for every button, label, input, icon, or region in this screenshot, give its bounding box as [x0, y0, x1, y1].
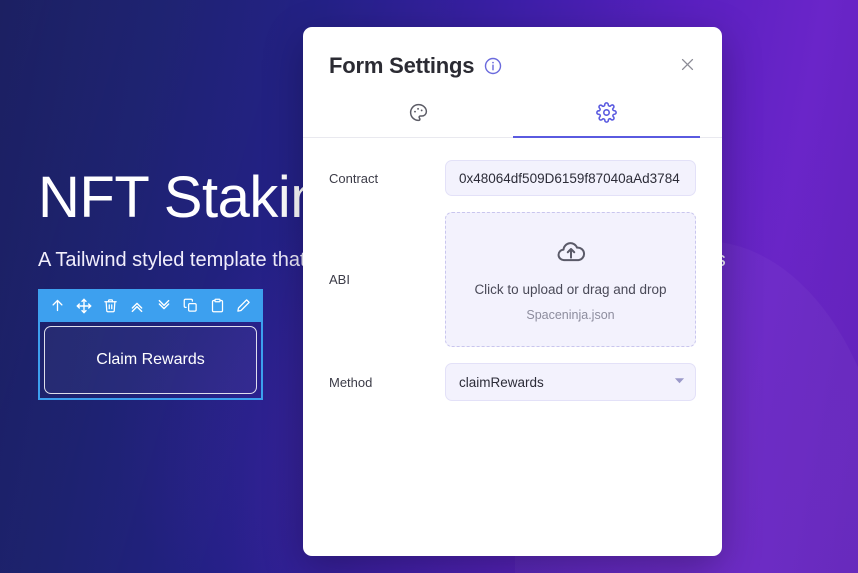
move-up-icon[interactable]	[48, 296, 67, 315]
gear-icon	[595, 102, 617, 128]
chevron-down-icon[interactable]	[154, 296, 173, 315]
dialog-tabs	[303, 94, 722, 138]
dialog-title: Form Settings	[329, 53, 475, 78]
copy-icon[interactable]	[181, 296, 200, 315]
tab-style[interactable]	[325, 94, 513, 138]
drag-move-icon[interactable]	[74, 296, 93, 315]
claim-rewards-button[interactable]: Claim Rewards	[44, 326, 257, 394]
contract-input[interactable]	[445, 160, 696, 196]
pencil-icon[interactable]	[234, 296, 253, 315]
dialog-body: Contract ABI Click to upload or drag and	[303, 138, 722, 401]
abi-label: ABI	[329, 272, 350, 287]
method-label: Method	[329, 374, 373, 390]
form-row-abi: ABI Click to upload or drag and drop Spa…	[329, 212, 696, 347]
chevron-up-icon[interactable]	[128, 296, 147, 315]
dialog-header: Form Settings	[303, 27, 722, 80]
dropzone-instructions: Click to upload or drag and drop	[474, 281, 667, 297]
uploaded-filename: Spaceninja.json	[526, 308, 615, 323]
selected-element-outline: Claim Rewards	[38, 322, 263, 400]
tab-settings[interactable]	[512, 94, 700, 138]
trash-icon[interactable]	[101, 296, 120, 315]
abi-upload-dropzone[interactable]: Click to upload or drag and drop Spaceni…	[445, 212, 696, 347]
close-icon[interactable]	[672, 49, 702, 79]
method-select[interactable]: claimRewards	[445, 363, 696, 401]
info-circle-icon[interactable]	[484, 57, 502, 80]
cloud-upload-icon	[556, 237, 586, 272]
form-settings-dialog: Form Settings Contract 0x48064df509D6159…	[303, 27, 722, 556]
palette-icon	[408, 102, 429, 128]
form-row-method: Method claimRewards	[329, 363, 696, 401]
method-select-wrapper: claimRewards	[445, 363, 696, 401]
paste-icon[interactable]	[208, 296, 227, 315]
contract-label: Contract	[329, 170, 379, 186]
element-toolbar[interactable]	[38, 289, 263, 322]
form-row-contract: Contract	[329, 160, 696, 196]
